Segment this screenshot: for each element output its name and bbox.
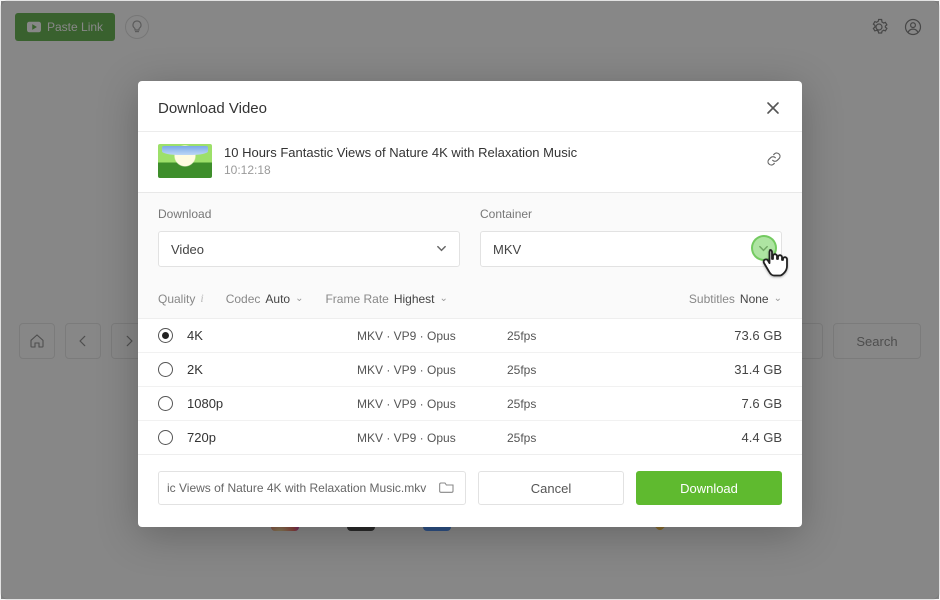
quality-info[interactable]: Quality i bbox=[158, 291, 204, 306]
quality-option[interactable]: 1080p MKV · VP9 · Opus 25fps 7.6 GB bbox=[138, 387, 802, 421]
chevron-down-icon bbox=[436, 242, 447, 257]
radio-icon bbox=[158, 362, 173, 377]
video-duration: 10:12:18 bbox=[224, 163, 754, 177]
cancel-button[interactable]: Cancel bbox=[478, 471, 624, 505]
quality-option[interactable]: 720p MKV · VP9 · Opus 25fps 4.4 GB bbox=[138, 421, 802, 454]
download-type-select[interactable]: Video bbox=[158, 231, 460, 267]
quality-list: 4K MKV · VP9 · Opus 25fps 73.6 GB 2K MKV… bbox=[138, 319, 802, 454]
framerate-filter[interactable]: Frame Rate Highest ⌄ bbox=[325, 292, 447, 306]
chevron-down-icon: ⌄ bbox=[774, 293, 782, 304]
download-video-modal: Download Video 10 Hours Fantastic Views … bbox=[138, 81, 802, 527]
select-row: Download Video Container MKV bbox=[138, 193, 802, 283]
video-title: 10 Hours Fantastic Views of Nature 4K wi… bbox=[224, 145, 754, 160]
filters-row: Quality i Codec Auto ⌄ Frame Rate Highes… bbox=[138, 283, 802, 319]
close-icon bbox=[766, 101, 780, 115]
chevron-down-icon: ⌄ bbox=[440, 293, 448, 304]
filename-field[interactable]: ic Views of Nature 4K with Relaxation Mu… bbox=[158, 471, 466, 505]
copy-link-button[interactable] bbox=[766, 151, 782, 172]
modal-overlay: Download Video 10 Hours Fantastic Views … bbox=[1, 1, 939, 599]
radio-icon bbox=[158, 396, 173, 411]
quality-option[interactable]: 2K MKV · VP9 · Opus 25fps 31.4 GB bbox=[138, 353, 802, 387]
chevron-down-icon: ⌄ bbox=[295, 293, 303, 304]
info-icon: i bbox=[200, 291, 203, 306]
folder-icon bbox=[439, 480, 455, 494]
modal-title: Download Video bbox=[158, 100, 267, 117]
codec-filter[interactable]: Codec Auto ⌄ bbox=[226, 292, 304, 306]
radio-icon bbox=[158, 430, 173, 445]
modal-header: Download Video bbox=[138, 81, 802, 132]
video-info-row: 10 Hours Fantastic Views of Nature 4K wi… bbox=[138, 132, 802, 193]
modal-footer: ic Views of Nature 4K with Relaxation Mu… bbox=[138, 454, 802, 527]
link-icon bbox=[766, 151, 782, 167]
quality-option[interactable]: 4K MKV · VP9 · Opus 25fps 73.6 GB bbox=[138, 319, 802, 353]
folder-button[interactable] bbox=[439, 480, 455, 497]
download-button[interactable]: Download bbox=[636, 471, 782, 505]
video-thumbnail bbox=[158, 144, 212, 178]
container-select[interactable]: MKV bbox=[480, 231, 782, 267]
container-label: Container bbox=[480, 207, 782, 221]
close-button[interactable] bbox=[764, 99, 782, 117]
subtitles-filter[interactable]: Subtitles None ⌄ bbox=[689, 292, 782, 306]
chevron-down-icon bbox=[758, 242, 769, 257]
download-type-label: Download bbox=[158, 207, 460, 221]
app-frame: Paste Link Search bilibili sites Downloa… bbox=[0, 0, 940, 600]
radio-icon bbox=[158, 328, 173, 343]
